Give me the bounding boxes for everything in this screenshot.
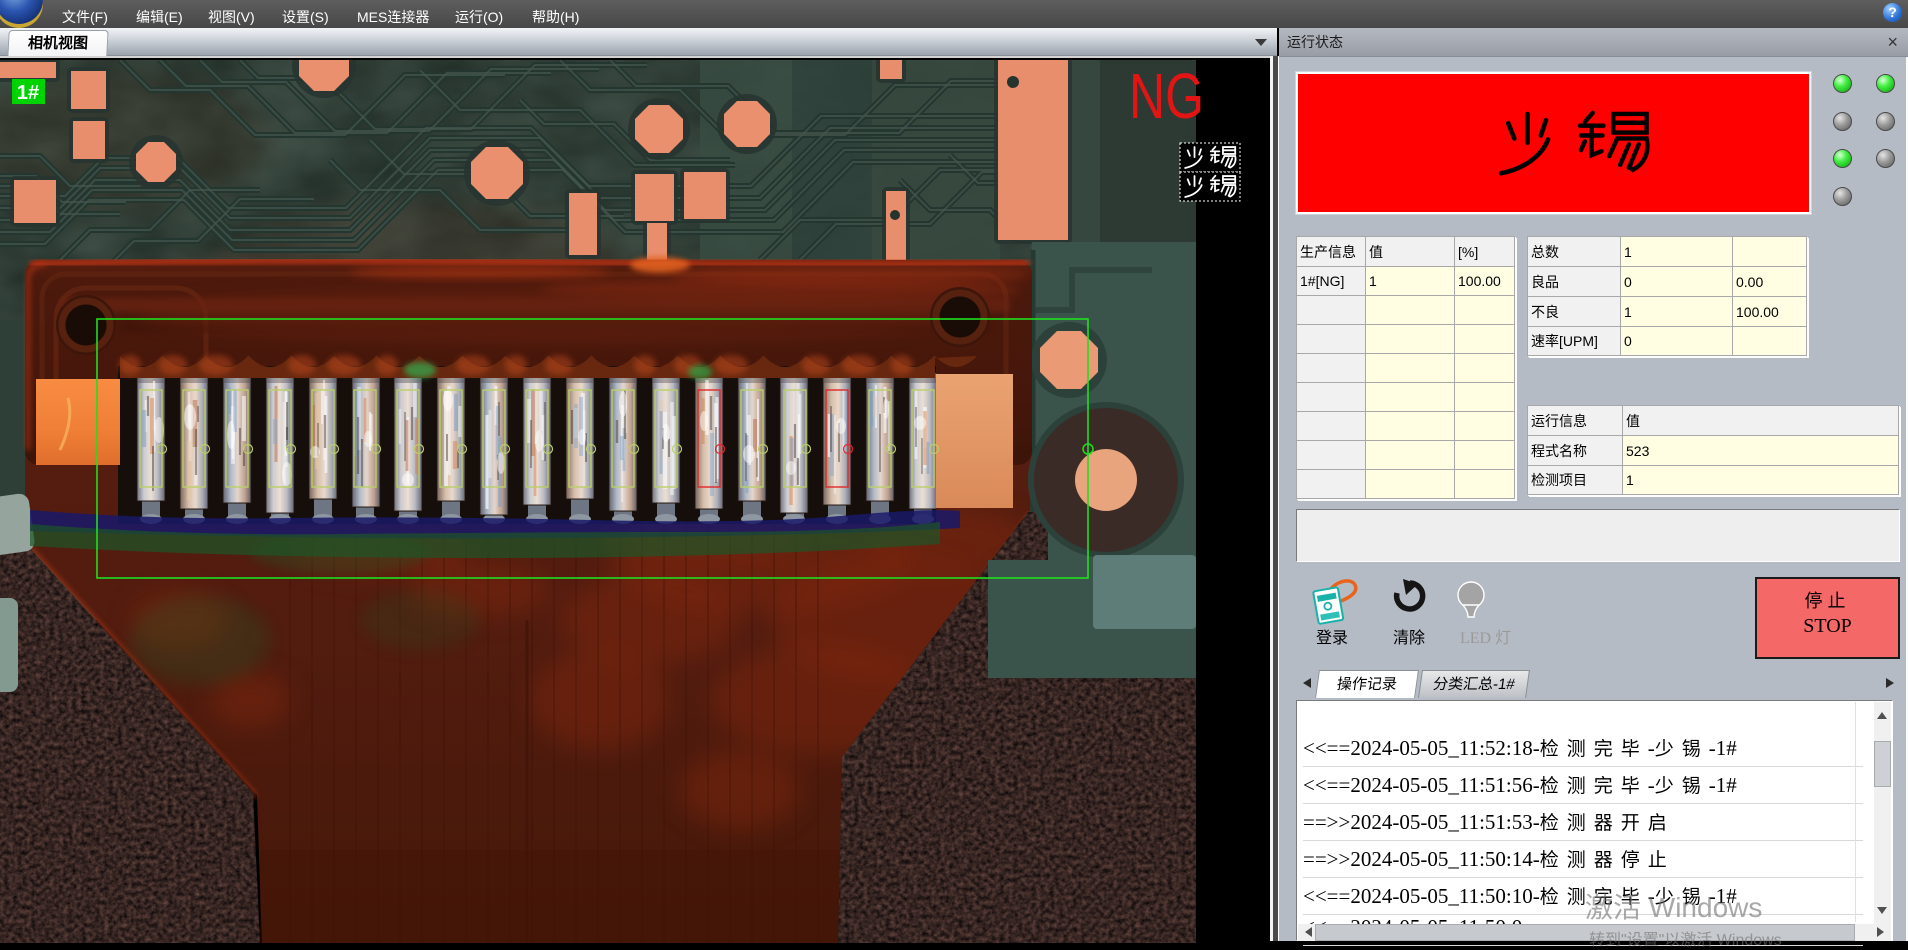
svg-text:NG: NG — [1129, 60, 1204, 132]
svg-text:1#: 1# — [17, 82, 39, 104]
